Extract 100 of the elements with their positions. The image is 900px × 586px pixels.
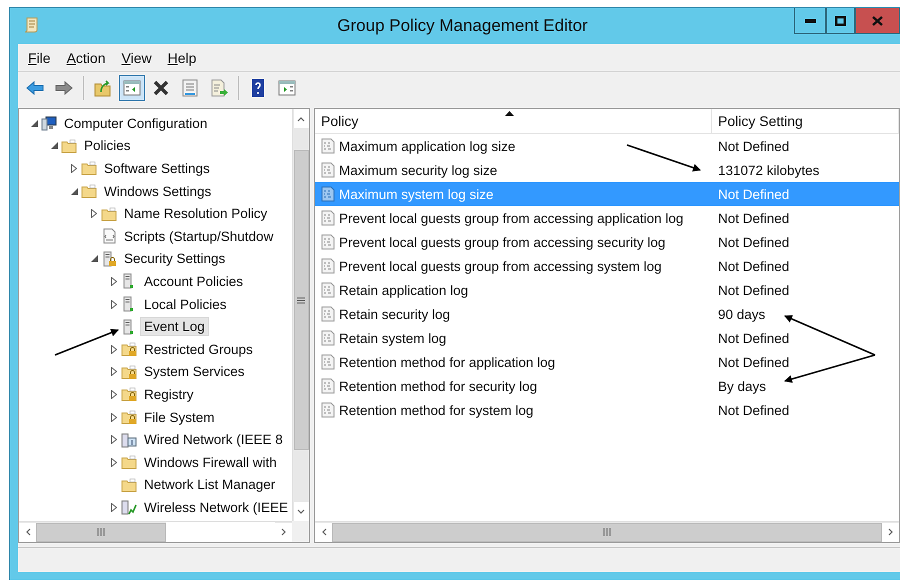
minimize-icon	[804, 18, 816, 22]
locked-server-icon	[101, 250, 117, 267]
tree-item[interactable]: Policies	[80, 136, 135, 156]
script-icon	[101, 228, 117, 244]
minimize-button[interactable]	[794, 8, 826, 34]
policy-name: Retain application log	[339, 282, 468, 298]
expand-icon[interactable]	[91, 209, 97, 218]
collapse-icon[interactable]	[50, 142, 58, 150]
policy-icon	[321, 306, 335, 322]
table-row[interactable]: Retain application log Not Defined	[315, 278, 899, 302]
tree-item[interactable]: Software Settings	[100, 158, 214, 178]
expand-icon[interactable]	[110, 502, 117, 512]
policy-name: Retain security log	[339, 306, 450, 322]
expand-icon[interactable]	[71, 164, 77, 173]
collapse-icon[interactable]	[30, 120, 38, 127]
tree-item[interactable]: Registry	[140, 384, 198, 404]
tree-item[interactable]: Network List Manager	[140, 475, 280, 494]
tree-item[interactable]: Wireless Network (IEEE	[140, 498, 292, 517]
tree-item[interactable]: Wired Network (IEEE 8	[140, 430, 287, 450]
window-title: Group Policy Management Editor	[336, 16, 589, 36]
table-row[interactable]: Retain security log 90 days	[315, 302, 899, 326]
table-row[interactable]: Prevent local guests group from accessing system log Not Defined	[315, 254, 899, 278]
policy-setting: Not Defined	[718, 354, 790, 370]
tree-item[interactable]: File System	[140, 408, 219, 427]
tree-item[interactable]: Event Log	[140, 317, 209, 336]
policy-name: Retention method for system log	[339, 402, 534, 418]
policy-setting: By days	[718, 378, 766, 394]
column-header[interactable]: Policy Setting	[712, 109, 899, 133]
tree-item[interactable]: Account Policies	[140, 272, 248, 291]
action-pane-icon	[277, 78, 297, 98]
scroll-up-button[interactable]	[294, 109, 308, 128]
close-icon	[872, 16, 883, 26]
up-folder-icon	[93, 78, 113, 98]
table-row[interactable]: Retention method for system log Not Defined	[315, 398, 899, 422]
tree-item[interactable]: Restricted Groups	[140, 340, 257, 359]
scroll-up-icon	[297, 114, 305, 122]
policy-setting: Not Defined	[718, 138, 790, 154]
export-list-icon	[209, 78, 229, 98]
tree-item[interactable]: Windows Settings	[100, 182, 216, 201]
expand-icon[interactable]	[111, 367, 117, 376]
scroll-down-button[interactable]	[294, 502, 308, 521]
table-row[interactable]: Maximum security log size 131072 kilobytes	[315, 158, 899, 182]
expand-icon[interactable]	[111, 276, 117, 286]
tree-item[interactable]: Security Settings	[120, 249, 230, 268]
policy-setting: Not Defined	[718, 330, 790, 346]
table-row[interactable]: Retain system log Not Defined	[315, 326, 899, 350]
scroll-down-icon	[297, 508, 305, 516]
vertical-scrollbar[interactable]	[292, 109, 309, 521]
table-row[interactable]: Prevent local guests group from accessing application log Not Defined	[315, 206, 899, 230]
folder-icon	[121, 454, 137, 470]
collapse-icon[interactable]	[90, 255, 98, 262]
tree-item[interactable]: Scripts (Startup/Shutdow	[120, 226, 278, 246]
expand-icon[interactable]	[111, 344, 117, 354]
table-row[interactable]: Prevent local guests group from accessing security log Not Defined	[315, 230, 899, 254]
maximize-icon	[835, 16, 846, 26]
forward-arrow-icon	[54, 78, 74, 98]
tree-item[interactable]: Local Policies	[140, 294, 231, 314]
menu-item[interactable]: File	[22, 48, 57, 68]
policy-name: Maximum security log size	[339, 162, 498, 178]
policy-name: Prevent local guests group from accessing system log	[339, 258, 662, 274]
policy-icon	[321, 330, 335, 346]
policy-name: Retention method for security log	[339, 378, 538, 394]
expand-icon[interactable]	[111, 458, 117, 467]
locked-folder-icon	[121, 386, 137, 402]
policy-icon	[321, 138, 335, 154]
table-row[interactable]: Retention method for application log Not Defined	[315, 350, 899, 374]
horizontal-scrollbar[interactable]	[315, 521, 899, 542]
tree-item[interactable]: Name Resolution Policy	[120, 204, 272, 224]
table-row[interactable]: Maximum application log size Not Defined	[315, 134, 899, 158]
menu-item[interactable]: Action	[60, 48, 112, 68]
locked-folder-icon	[121, 409, 137, 426]
table-row[interactable]: Retention method for security log By days	[315, 374, 899, 398]
menu-item[interactable]: Help	[162, 48, 202, 68]
tree-item[interactable]: Computer Configuration	[60, 114, 212, 133]
maximize-button[interactable]	[826, 8, 855, 34]
policy-name: Prevent local guests group from accessing security log	[339, 234, 666, 250]
expand-icon[interactable]	[111, 435, 117, 444]
policy-setting: Not Defined	[718, 234, 790, 250]
policy-setting: Not Defined	[718, 258, 790, 274]
policy-setting: 90 days	[718, 306, 766, 322]
expand-icon[interactable]	[111, 390, 117, 399]
expand-icon[interactable]	[111, 412, 117, 422]
policy-setting: 131072 kilobytes	[718, 162, 820, 178]
collapse-icon[interactable]	[70, 188, 78, 195]
back-arrow-icon	[25, 78, 45, 98]
horizontal-scrollbar[interactable]	[19, 521, 292, 542]
folder-icon	[101, 206, 117, 222]
menu-item[interactable]: View	[116, 48, 158, 68]
tree-item[interactable]: System Services	[140, 362, 249, 382]
column-header[interactable]: Policy	[315, 109, 712, 133]
tree-item[interactable]: Windows Firewall with	[140, 452, 281, 472]
policy-name: Prevent local guests group from accessing application log	[339, 210, 684, 226]
sort-icon	[505, 111, 514, 116]
close-button[interactable]	[855, 8, 900, 34]
scroll-left-icon	[320, 528, 328, 536]
expand-icon[interactable]	[111, 300, 117, 309]
folder-icon	[61, 138, 77, 154]
policy-setting: Not Defined	[718, 186, 790, 202]
policy-icon	[321, 162, 335, 178]
policy-icon	[321, 186, 335, 202]
